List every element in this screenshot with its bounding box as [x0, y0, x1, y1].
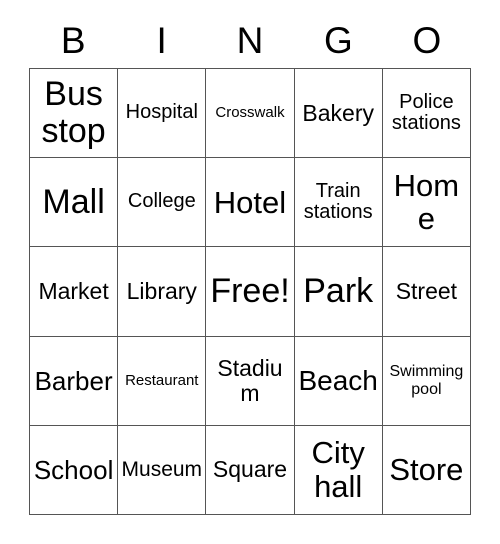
bingo-header-letter-g: G [324, 19, 353, 61]
bingo-cell-label: Barber [34, 365, 113, 396]
bingo-cell-r2c2[interactable]: College [118, 158, 207, 248]
bingo-cell-label: Free! [210, 272, 290, 311]
bingo-cell-label: Street [395, 278, 458, 305]
bingo-cell-label: Police stations [391, 90, 461, 135]
bingo-cell-r1c3[interactable]: Crosswalk [206, 69, 295, 159]
bingo-card: B I N G O Bus stop Hospital Crosswalk Ba… [29, 12, 471, 515]
bingo-cell-r4c1[interactable]: Barber [30, 336, 119, 426]
bingo-cell-r3c5[interactable]: Street [382, 247, 471, 337]
bingo-cell-label: Home [393, 167, 460, 237]
bingo-cell-r1c4[interactable]: Bakery [294, 69, 383, 159]
bingo-cell-label: Museum [121, 457, 203, 481]
bingo-cell-r3c3-free[interactable]: Free! [206, 247, 295, 337]
bingo-cell-r1c1[interactable]: Bus stop [30, 69, 119, 159]
bingo-cell-label: Square [212, 456, 288, 483]
bingo-cell-label: Train stations [303, 179, 373, 224]
bingo-cell-r3c4[interactable]: Park [294, 247, 383, 337]
bingo-cell-label: Bus stop [41, 75, 106, 151]
bingo-cell-r2c3[interactable]: Hotel [206, 158, 295, 248]
bingo-cell-label: College [127, 190, 196, 213]
bingo-cell-r5c2[interactable]: Museum [118, 425, 207, 515]
bingo-cell-r2c5[interactable]: Home [382, 158, 471, 248]
bingo-cell-label: Stadium [217, 354, 283, 406]
bingo-cell-label: Restaurant [125, 371, 199, 389]
bingo-cell-label: Library [126, 278, 197, 305]
bingo-header-letter-o: O [412, 19, 442, 61]
bingo-header-letter-n: N [236, 19, 264, 61]
bingo-cell-label: City hall [311, 435, 365, 504]
bingo-cell-r1c5[interactable]: Police stations [382, 69, 471, 159]
bingo-cell-label: Park [303, 272, 374, 311]
bingo-cell-label: Bakery [302, 99, 374, 126]
bingo-cell-label: Beach [298, 364, 378, 396]
bingo-cell-r5c5[interactable]: Store [382, 425, 471, 515]
bingo-header-letter-i: I [156, 19, 167, 61]
bingo-cell-label: Hotel [213, 184, 287, 220]
bingo-header-row: B I N G O [29, 12, 471, 68]
bingo-header-letter-b: B [60, 19, 86, 61]
bingo-cell-label: Store [389, 452, 464, 488]
bingo-cell-r5c3[interactable]: Square [206, 425, 295, 515]
bingo-cell-label: Hospital [125, 101, 198, 124]
bingo-grid: Bus stop Hospital Crosswalk Bakery Polic… [29, 68, 471, 515]
bingo-cell-label: Crosswalk [215, 104, 285, 121]
bingo-cell-r3c1[interactable]: Market [30, 247, 119, 337]
bingo-cell-r4c4[interactable]: Beach [294, 336, 383, 426]
bingo-cell-r5c1[interactable]: School [30, 425, 119, 515]
bingo-cell-r1c2[interactable]: Hospital [118, 69, 207, 159]
bingo-cell-label: School [33, 454, 114, 485]
bingo-cell-r4c3[interactable]: Stadium [206, 336, 295, 426]
bingo-cell-label: Mall [42, 182, 105, 221]
bingo-cell-r4c5[interactable]: Swimming pool [382, 336, 471, 426]
bingo-cell-r3c2[interactable]: Library [118, 247, 207, 337]
bingo-cell-label: Swimming pool [389, 363, 464, 398]
bingo-cell-r2c4[interactable]: Train stations [294, 158, 383, 248]
bingo-cell-label: Market [38, 278, 109, 305]
bingo-cell-r4c2[interactable]: Restaurant [118, 336, 207, 426]
bingo-cell-r2c1[interactable]: Mall [30, 158, 119, 248]
bingo-cell-r5c4[interactable]: City hall [294, 425, 383, 515]
